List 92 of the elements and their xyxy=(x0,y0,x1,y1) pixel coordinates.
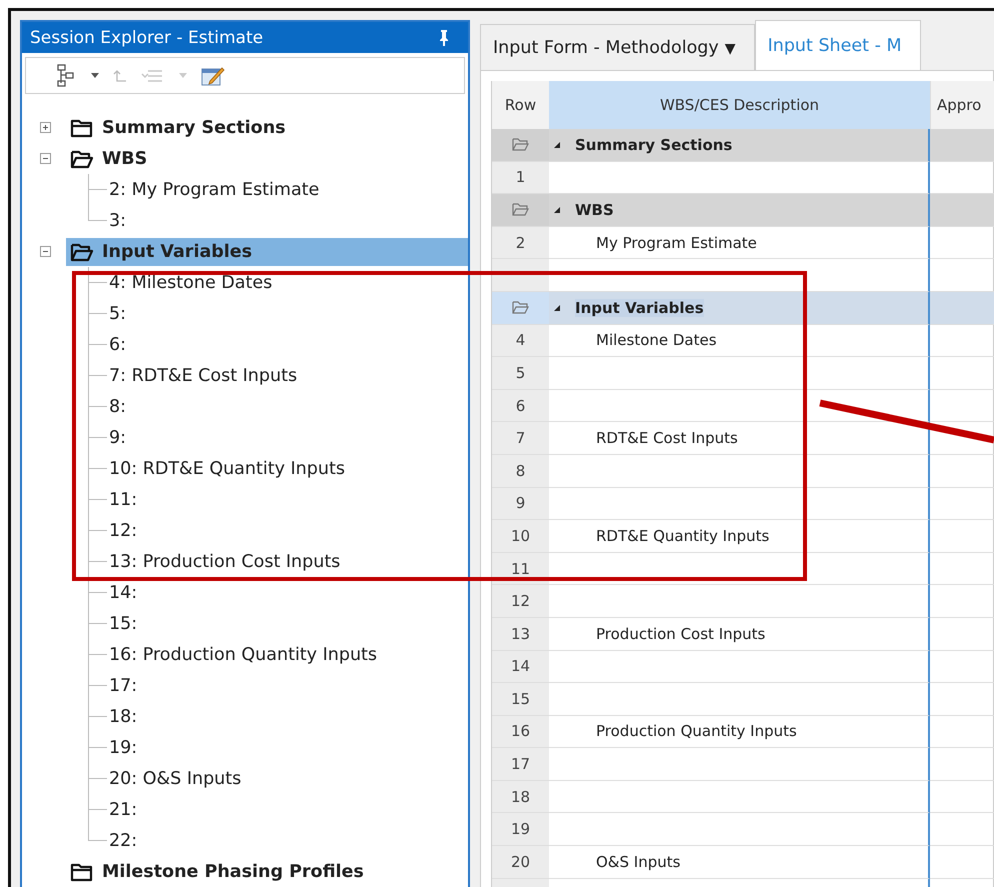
row-number: 1 xyxy=(492,162,549,194)
tree-item[interactable]: 18: xyxy=(109,706,138,726)
tree-connector-line xyxy=(88,515,109,546)
tree-item[interactable]: 3: xyxy=(109,210,126,230)
tree-item[interactable]: 22: xyxy=(109,830,138,850)
tree-connector-line xyxy=(88,360,109,391)
table-cell: O&S Inputs xyxy=(549,846,930,879)
collapse-triangle-icon[interactable] xyxy=(553,206,561,214)
row-number: 5 xyxy=(492,357,549,390)
tree-connector-line xyxy=(88,763,109,794)
tree-connector-line xyxy=(88,298,109,329)
folder-icon xyxy=(70,862,94,882)
row-number: 10 xyxy=(492,520,549,553)
row-number: 6 xyxy=(492,390,549,422)
tree-item[interactable]: 4: Milestone Dates xyxy=(109,272,272,292)
open-folder-icon xyxy=(70,242,94,262)
caret-icon[interactable] xyxy=(90,72,100,80)
tree-item[interactable]: 13: Production Cost Inputs xyxy=(109,552,340,572)
tree-item[interactable]: 2: My Program Estimate xyxy=(109,180,320,200)
tree-connector-line xyxy=(88,670,109,701)
tree-connector-line xyxy=(88,484,109,515)
row-number: 2 xyxy=(492,226,549,260)
column-header[interactable]: WBS/CES Description xyxy=(549,81,930,129)
tree-connector-line xyxy=(88,546,109,577)
group-label: Input Variables xyxy=(575,298,704,317)
folder-icon xyxy=(70,118,94,138)
tree-item[interactable]: 11: xyxy=(109,490,138,510)
tree-item[interactable]: 20: O&S Inputs xyxy=(109,768,242,788)
row-number: 13 xyxy=(492,618,549,650)
tree-connector-line xyxy=(88,329,109,360)
tab[interactable]: Input Form - Methodology ▼ xyxy=(480,24,755,70)
tab[interactable]: Input Sheet - M xyxy=(754,20,921,70)
row-number: 16 xyxy=(492,716,549,748)
caret-icon xyxy=(178,72,188,80)
folder-icon xyxy=(512,300,530,316)
tree-connector-line xyxy=(88,701,109,732)
expand-icon[interactable] xyxy=(40,122,51,133)
group-label: WBS xyxy=(575,200,614,219)
column-header[interactable]: Row xyxy=(492,81,549,129)
tree-item[interactable]: 17: xyxy=(109,676,138,696)
tree-item[interactable]: 16: Production Quantity Inputs xyxy=(109,644,378,664)
tree-item[interactable]: Input Variables xyxy=(66,238,468,266)
row-number: 4 xyxy=(492,324,549,358)
collapse-triangle-icon[interactable] xyxy=(553,304,561,312)
column-header[interactable]: Appro xyxy=(930,81,994,129)
pin-icon[interactable] xyxy=(438,28,450,47)
table-cell: Production Cost Inputs xyxy=(549,618,930,650)
table-cell: My Program Estimate xyxy=(549,226,930,260)
collapse-icon[interactable] xyxy=(40,153,51,164)
outdent-icon xyxy=(112,68,128,84)
row-number: 17 xyxy=(492,748,549,781)
folder-icon xyxy=(512,137,530,152)
tree-item[interactable]: Milestone Phasing Profiles xyxy=(66,858,468,886)
folder-icon xyxy=(512,202,530,218)
open-folder-icon xyxy=(70,148,94,168)
row-number: 12 xyxy=(492,585,549,618)
row-number: 19 xyxy=(492,813,549,846)
tree-item[interactable]: 19: xyxy=(109,738,138,758)
tree-connector-line xyxy=(88,453,109,484)
row-number: 15 xyxy=(492,683,549,716)
tree-item[interactable]: 10: RDT&E Quantity Inputs xyxy=(109,458,345,478)
group-label: Summary Sections xyxy=(575,136,732,154)
row-number: 7 xyxy=(492,422,549,455)
tree-connector-line xyxy=(88,732,109,763)
tree-item[interactable]: 8: xyxy=(109,396,126,416)
tree-item[interactable]: WBS xyxy=(66,144,468,172)
table-cell: Production Quantity Inputs xyxy=(549,716,930,748)
tree-item[interactable]: 15: xyxy=(109,614,138,634)
row-number: 14 xyxy=(492,650,549,684)
tree-connector-line xyxy=(88,391,109,422)
tree-connector-line xyxy=(88,639,109,670)
tree-connector-line xyxy=(88,422,109,453)
tree-item[interactable]: 21: xyxy=(109,800,138,820)
tree-connector-line xyxy=(88,608,109,639)
row-number: 9 xyxy=(492,488,549,520)
tree-item[interactable]: 9: xyxy=(109,428,126,448)
table-cell: RDT&E Quantity Inputs xyxy=(549,520,930,553)
panel-title: Session Explorer - Estimate xyxy=(30,28,264,48)
tree-item[interactable]: 12: xyxy=(109,520,138,540)
tree-item[interactable]: 14: xyxy=(109,582,138,602)
row-number: 18 xyxy=(492,780,549,814)
table-cell: RDT&E Cost Inputs xyxy=(549,422,930,455)
tree-item[interactable]: 7: RDT&E Cost Inputs xyxy=(109,366,298,386)
collapse-triangle-icon[interactable] xyxy=(553,140,561,149)
collapse-icon[interactable] xyxy=(40,246,51,257)
tree-item[interactable]: Summary Sections xyxy=(66,114,468,142)
row-number: 8 xyxy=(492,454,549,488)
tree-item[interactable]: 5: xyxy=(109,304,126,324)
tree-item[interactable]: 6: xyxy=(109,334,126,354)
row-number: 20 xyxy=(492,846,549,879)
tree-connector-line xyxy=(88,267,109,298)
table-cell: Milestone Dates xyxy=(549,324,930,358)
